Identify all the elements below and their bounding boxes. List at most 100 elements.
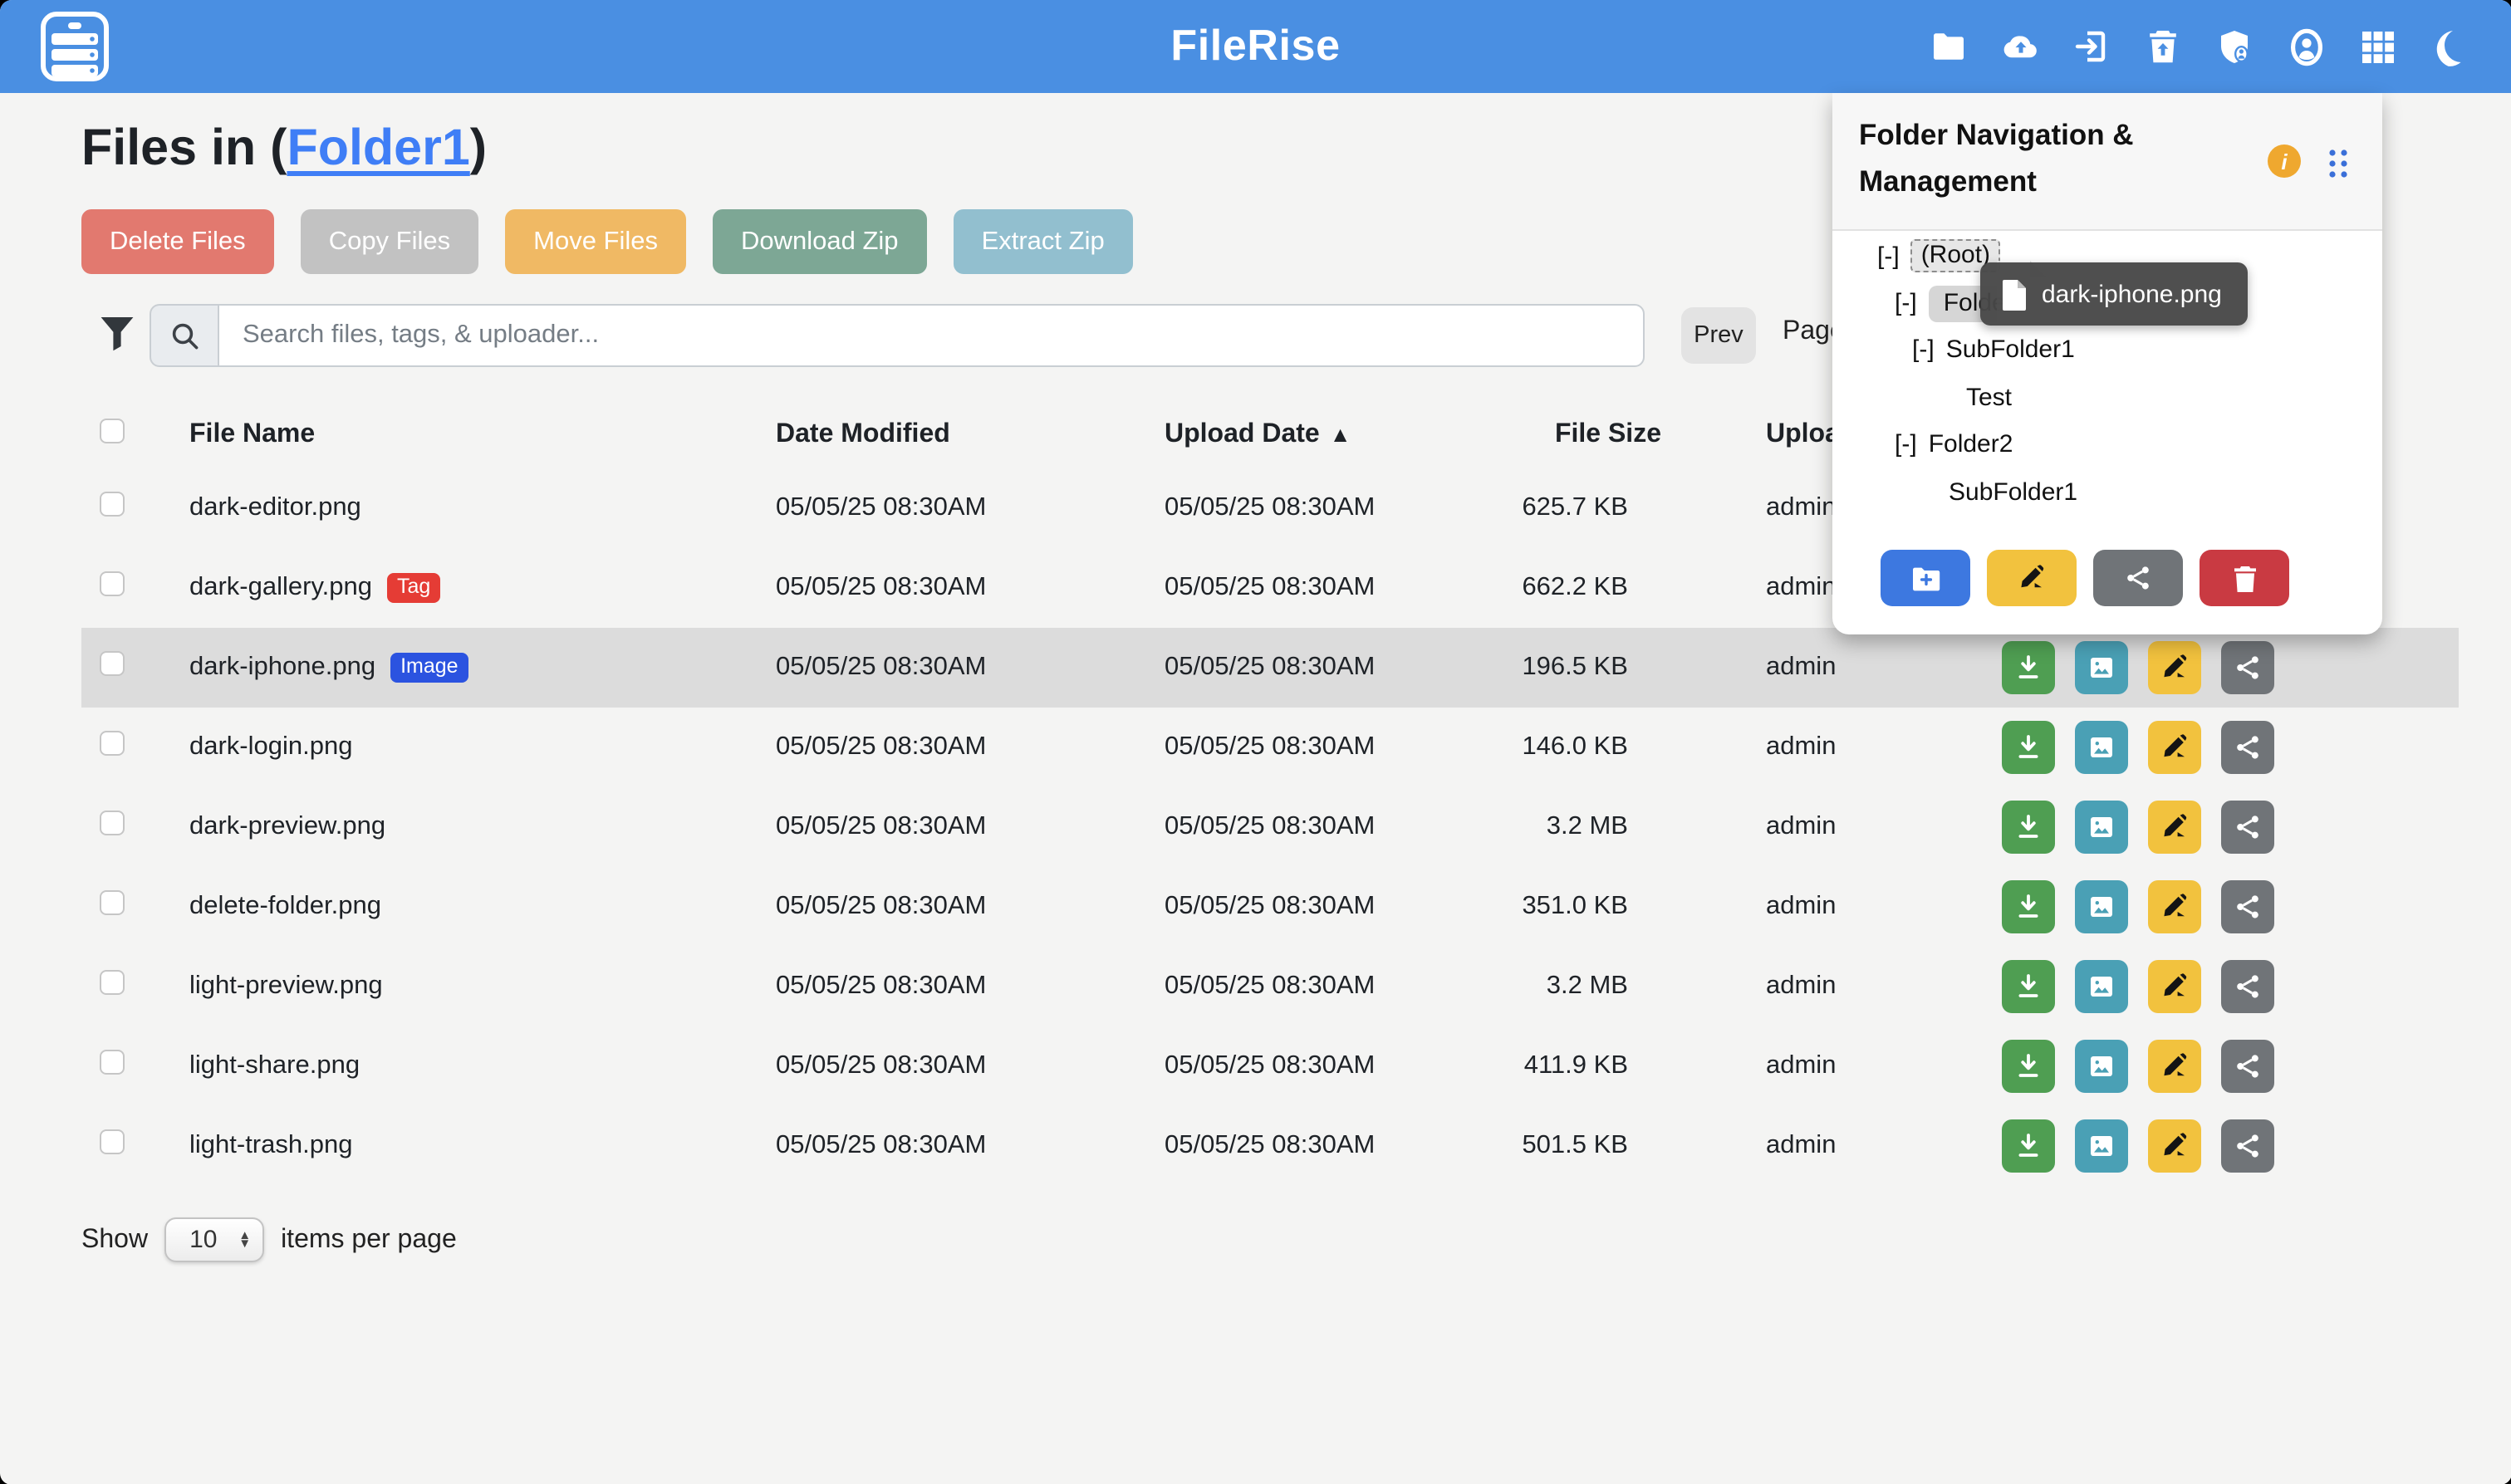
row-actions [2002, 641, 2274, 694]
file-name-cell: light-share.png [189, 1051, 360, 1081]
collapse-toggle[interactable]: [-] [1912, 336, 1935, 365]
col-file-name[interactable]: File Name [189, 420, 315, 450]
image-file-button[interactable] [2075, 801, 2128, 854]
file-name[interactable]: delete-folder.png [189, 892, 381, 922]
download-file-button[interactable] [2002, 880, 2055, 933]
folder-breadcrumb-link[interactable]: Folder1 [287, 120, 469, 176]
row-checkbox[interactable] [100, 890, 125, 915]
share-folder-button[interactable] [2093, 550, 2183, 606]
delete-files-button[interactable]: Delete Files [81, 209, 274, 274]
edit-file-button[interactable] [2148, 1119, 2201, 1173]
share-file-button[interactable] [2221, 960, 2274, 1013]
items-per-page-value: 10 [189, 1226, 238, 1254]
image-file-button[interactable] [2075, 880, 2128, 933]
image-file-button[interactable] [2075, 721, 2128, 774]
file-name[interactable]: light-trash.png [189, 1131, 352, 1161]
folder-label-subfolder1[interactable]: SubFolder1 [1946, 336, 2075, 365]
delete-folder-button[interactable] [2200, 550, 2289, 606]
share-file-button[interactable] [2221, 721, 2274, 774]
extract-zip-button[interactable]: Extract Zip [954, 209, 1133, 274]
file-name[interactable]: dark-login.png [189, 732, 352, 762]
folder-icon[interactable] [1930, 27, 1968, 66]
download-file-button[interactable] [2002, 801, 2055, 854]
file-name[interactable]: dark-gallery.png [189, 573, 372, 603]
user-icon[interactable] [2287, 27, 2325, 66]
file-name[interactable]: dark-preview.png [189, 812, 385, 842]
row-checkbox[interactable] [100, 811, 125, 835]
items-per-page-select[interactable]: 10 ▲▼ [164, 1217, 264, 1262]
file-size: 3.2 MB [1296, 972, 1628, 1002]
file-name[interactable]: light-preview.png [189, 972, 383, 1002]
login-icon[interactable] [2072, 27, 2111, 66]
download-file-button[interactable] [2002, 960, 2055, 1013]
edit-file-button[interactable] [2148, 721, 2201, 774]
copy-files-button[interactable]: Copy Files [301, 209, 478, 274]
drag-handle-icon[interactable] [2327, 148, 2349, 188]
file-row-dark-iphone-png[interactable]: dark-iphone.pngImage05/05/25 08:30AM05/0… [81, 628, 2459, 708]
col-file-size[interactable]: File Size [1329, 420, 1661, 450]
trash-restore-icon[interactable] [2144, 27, 2182, 66]
collapse-toggle[interactable]: [-] [1895, 289, 1917, 317]
row-checkbox[interactable] [100, 1050, 125, 1075]
row-checkbox-cell [100, 811, 125, 844]
move-files-button[interactable]: Move Files [505, 209, 686, 274]
col-upload-date-label: Upload Date [1165, 420, 1320, 448]
file-name[interactable]: light-share.png [189, 1051, 360, 1081]
row-checkbox[interactable] [100, 571, 125, 596]
admin-shield-icon[interactable] [2215, 27, 2254, 66]
file-row-light-trash-png[interactable]: light-trash.png05/05/25 08:30AM05/05/25 … [81, 1106, 2459, 1186]
download-file-button[interactable] [2002, 1119, 2055, 1173]
share-file-button[interactable] [2221, 641, 2274, 694]
search-input[interactable] [218, 304, 1645, 367]
file-name[interactable]: dark-iphone.png [189, 653, 375, 683]
file-row-dark-preview-png[interactable]: dark-preview.png05/05/25 08:30AM05/05/25… [81, 787, 2459, 867]
image-file-button[interactable] [2075, 1119, 2128, 1173]
info-icon[interactable]: i [2268, 144, 2301, 178]
folder-label-test[interactable]: Test [1966, 384, 2012, 412]
share-file-button[interactable] [2221, 1119, 2274, 1173]
edit-file-button[interactable] [2148, 1040, 2201, 1093]
edit-file-button[interactable] [2148, 641, 2201, 694]
apps-grid-icon[interactable] [2358, 27, 2396, 66]
file-size: 501.5 KB [1296, 1131, 1628, 1161]
edit-file-button[interactable] [2148, 960, 2201, 1013]
file-row-light-preview-png[interactable]: light-preview.png05/05/25 08:30AM05/05/2… [81, 947, 2459, 1026]
file-row-dark-login-png[interactable]: dark-login.png05/05/25 08:30AM05/05/25 0… [81, 708, 2459, 787]
collapse-toggle[interactable]: [-] [1877, 242, 1900, 270]
download-file-button[interactable] [2002, 721, 2055, 774]
file-row-light-share-png[interactable]: light-share.png05/05/25 08:30AM05/05/25 … [81, 1026, 2459, 1106]
col-upload-date[interactable]: Upload Date▲ [1165, 420, 1351, 450]
col-date-modified[interactable]: Date Modified [776, 420, 950, 450]
row-checkbox[interactable] [100, 1129, 125, 1154]
row-actions [2002, 880, 2274, 933]
dark-mode-icon[interactable] [2430, 27, 2468, 66]
image-file-button[interactable] [2075, 960, 2128, 1013]
share-file-button[interactable] [2221, 801, 2274, 854]
folder-panel-actions [1881, 550, 2289, 606]
collapse-toggle[interactable]: [-] [1895, 431, 1917, 459]
image-file-button[interactable] [2075, 641, 2128, 694]
folder-label-subfolder1[interactable]: SubFolder1 [1949, 478, 2077, 506]
rename-folder-button[interactable] [1987, 550, 2077, 606]
share-file-button[interactable] [2221, 1040, 2274, 1093]
uploader: admin [1766, 1131, 1836, 1161]
row-checkbox[interactable] [100, 651, 125, 676]
share-file-button[interactable] [2221, 880, 2274, 933]
row-checkbox[interactable] [100, 731, 125, 756]
edit-file-button[interactable] [2148, 801, 2201, 854]
file-name[interactable]: dark-editor.png [189, 493, 361, 523]
file-row-delete-folder-png[interactable]: delete-folder.png05/05/25 08:30AM05/05/2… [81, 867, 2459, 947]
folder-label-folder2[interactable]: Folder2 [1929, 431, 2013, 459]
filter-icon[interactable] [100, 316, 135, 362]
download-file-button[interactable] [2002, 1040, 2055, 1093]
row-checkbox[interactable] [100, 970, 125, 995]
download-file-button[interactable] [2002, 641, 2055, 694]
edit-file-button[interactable] [2148, 880, 2201, 933]
select-all-checkbox[interactable] [100, 419, 125, 443]
image-file-button[interactable] [2075, 1040, 2128, 1093]
prev-page-button[interactable]: Prev [1681, 307, 1756, 364]
row-checkbox[interactable] [100, 492, 125, 517]
upload-icon[interactable] [2001, 27, 2039, 66]
download-zip-button[interactable]: Download Zip [713, 209, 927, 274]
create-folder-button[interactable] [1881, 550, 1970, 606]
